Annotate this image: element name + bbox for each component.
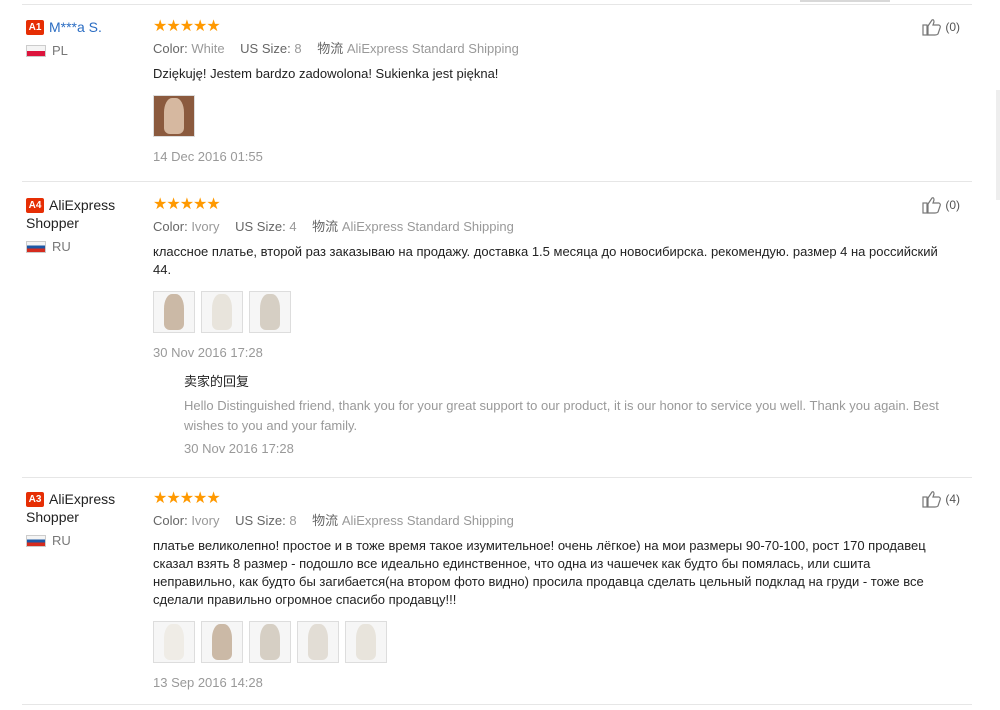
seller-reply-title: 卖家的回复	[184, 374, 250, 389]
review-date: 13 Sep 2016 14:28	[153, 675, 263, 690]
review-date: 14 Dec 2016 01:55	[153, 149, 263, 164]
color-value: Ivory	[191, 513, 220, 528]
order-attributes: Color: Ivory US Size: 8 物流 AliExpress St…	[153, 512, 953, 530]
review-text: платье великолепно! простое и в тоже вре…	[153, 538, 926, 607]
review-content: ★★★★★ Color: White US Size: 8 物流 AliExpr…	[153, 18, 953, 165]
seller-reply-date: 30 Nov 2016 17:28	[184, 441, 294, 456]
helpful-button[interactable]: (0)	[922, 18, 960, 36]
poland-flag-icon	[26, 44, 46, 57]
top-scroll-tab	[800, 0, 890, 2]
shipping-label: 物流	[312, 513, 339, 528]
review-photo[interactable]	[249, 291, 291, 333]
shipping-value: AliExpress Standard Shipping	[341, 513, 514, 528]
review-item: A4 AliExpress Shopper RU ★★★★★ Color: Ivo…	[22, 196, 972, 478]
helpful-button[interactable]: (0)	[922, 196, 960, 214]
buyer-info: A3 AliExpress Shopper RU	[26, 490, 141, 548]
review-photo[interactable]	[249, 621, 291, 663]
size-label: US Size:	[235, 513, 286, 528]
helpful-count: (0)	[945, 20, 960, 34]
shipping-value: AliExpress Standard Shipping	[341, 219, 514, 234]
country-code: PL	[52, 43, 68, 58]
country-code: RU	[52, 239, 71, 254]
color-value: White	[191, 41, 225, 56]
helpful-count: (0)	[945, 198, 960, 212]
review-photo[interactable]	[201, 621, 243, 663]
top-divider	[22, 4, 972, 5]
buyer-level-badge: A4	[26, 198, 44, 213]
color-label: Color:	[153, 513, 188, 528]
seller-reply-text: Hello Distinguished friend, thank you fo…	[184, 398, 939, 433]
shipping-label: 物流	[312, 219, 339, 234]
helpful-count: (4)	[945, 492, 960, 506]
review-photo[interactable]	[153, 95, 195, 137]
seller-reply: 卖家的回复 Hello Distinguished friend, thank …	[184, 373, 944, 457]
review-item: A1 M***a S. PL ★★★★★ Color: White US Size…	[22, 18, 972, 182]
size-label: US Size:	[240, 41, 291, 56]
color-value: Ivory	[191, 219, 220, 234]
color-label: Color:	[153, 41, 188, 56]
review-photo[interactable]	[201, 291, 243, 333]
size-value: 8	[289, 513, 297, 528]
buyer-info: A4 AliExpress Shopper RU	[26, 196, 141, 254]
country-code: RU	[52, 533, 71, 548]
review-photos	[153, 95, 953, 137]
size-label: US Size:	[235, 219, 286, 234]
buyer-name[interactable]: M***a S.	[49, 19, 102, 35]
review-content: ★★★★★ Color: Ivory US Size: 8 物流 AliExpr…	[153, 490, 953, 691]
thumbs-up-icon	[922, 19, 942, 36]
review-text: классное платье, второй раз заказываю на…	[153, 244, 938, 277]
size-value: 4	[289, 219, 297, 234]
star-rating: ★★★★★	[153, 196, 221, 213]
review-photo[interactable]	[153, 621, 195, 663]
buyer-country: RU	[26, 533, 141, 548]
buyer-country: PL	[26, 43, 141, 58]
scrollbar[interactable]	[996, 90, 1000, 200]
helpful-button[interactable]: (4)	[922, 490, 960, 508]
review-photos	[153, 621, 953, 663]
shipping-value: AliExpress Standard Shipping	[346, 41, 519, 56]
star-rating: ★★★★★	[153, 18, 221, 35]
order-attributes: Color: Ivory US Size: 4 物流 AliExpress St…	[153, 218, 953, 236]
review-photo[interactable]	[153, 291, 195, 333]
color-label: Color:	[153, 219, 188, 234]
buyer-level-badge: A3	[26, 492, 44, 507]
review-item: A3 AliExpress Shopper RU ★★★★★ Color: Ivo…	[22, 490, 972, 705]
russia-flag-icon	[26, 534, 46, 547]
star-rating: ★★★★★	[153, 490, 221, 507]
buyer-level-badge: A1	[26, 20, 44, 35]
russia-flag-icon	[26, 240, 46, 253]
size-value: 8	[294, 41, 302, 56]
thumbs-up-icon	[922, 491, 942, 508]
buyer-country: RU	[26, 239, 141, 254]
shipping-label: 物流	[317, 41, 344, 56]
review-text: Dziękuję! Jestem bardzo zadowolona! Suki…	[153, 66, 499, 81]
review-date: 30 Nov 2016 17:28	[153, 345, 263, 360]
thumbs-up-icon	[922, 197, 942, 214]
order-attributes: Color: White US Size: 8 物流 AliExpress St…	[153, 40, 953, 58]
buyer-info: A1 M***a S. PL	[26, 18, 141, 58]
review-photo[interactable]	[345, 621, 387, 663]
review-content: ★★★★★ Color: Ivory US Size: 4 物流 AliExpr…	[153, 196, 953, 457]
review-photo[interactable]	[297, 621, 339, 663]
review-photos	[153, 291, 953, 333]
